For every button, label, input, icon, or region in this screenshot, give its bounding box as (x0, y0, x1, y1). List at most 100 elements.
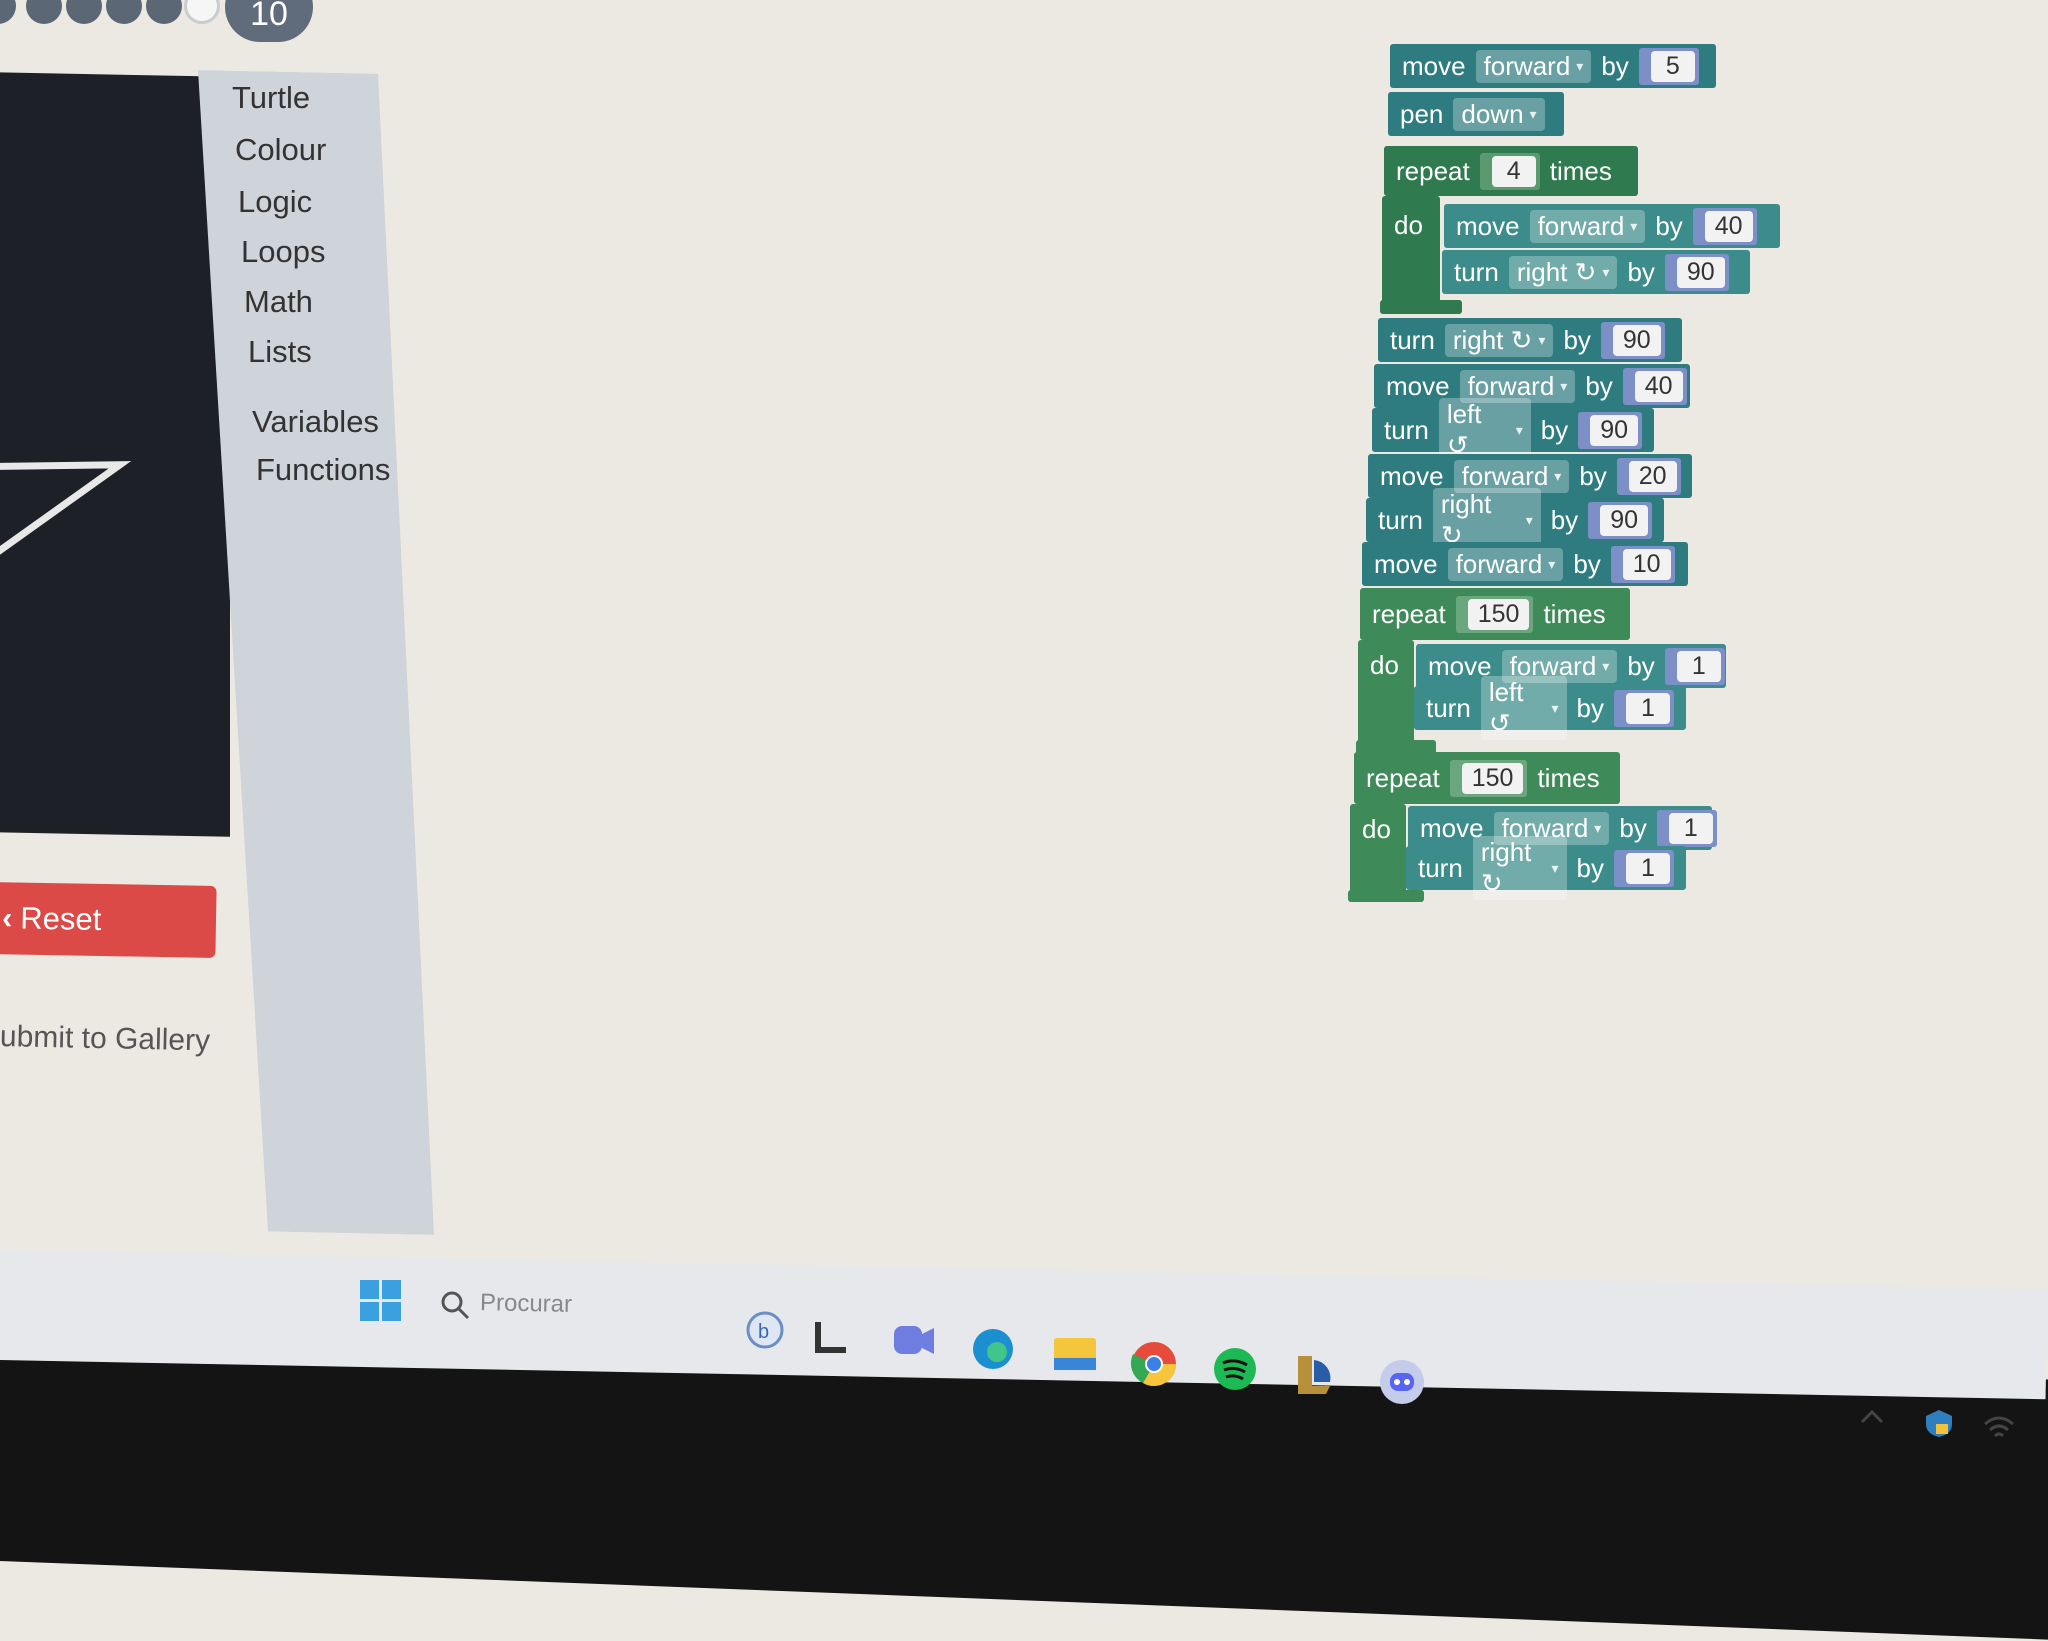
number-input[interactable]: 1 (1676, 650, 1721, 682)
number-socket: 4 (1479, 152, 1540, 190)
direction-dropdown[interactable]: forward ▾ (1529, 209, 1646, 243)
toolbox-category-turtle[interactable]: Turtle (232, 80, 310, 116)
repeat-do-arm: do (1358, 640, 1414, 744)
block-repeat[interactable]: repeat 150 times (1360, 588, 1630, 640)
block-turn[interactable]: turn right ↻ ▾ by 1 (1406, 836, 1686, 900)
meet-icon[interactable] (892, 1320, 936, 1360)
number-input[interactable]: 90 (1612, 324, 1661, 356)
number-input[interactable]: 1 (1626, 692, 1670, 724)
number-input[interactable]: 1 (1668, 812, 1713, 844)
block-keyword: repeat (1366, 762, 1440, 793)
block-move[interactable]: move forward ▾ by 10 (1362, 542, 1688, 586)
dropdown-arrow-icon: ▾ (1548, 555, 1556, 572)
taskbar-search-placeholder[interactable]: Procurar (480, 1289, 573, 1319)
block-pen[interactable]: pen down ▾ (1388, 92, 1564, 136)
discord-icon[interactable] (1378, 1358, 1426, 1406)
level-dot[interactable] (0, 0, 16, 24)
block-keyword: turn (1384, 414, 1429, 445)
security-shield-icon[interactable] (1922, 1408, 1956, 1438)
number-input[interactable]: 90 (1676, 256, 1725, 288)
edge-icon[interactable] (970, 1326, 1016, 1372)
block-turn[interactable]: turn left ↺ ▾ by 1 (1414, 676, 1686, 740)
number-input[interactable]: 10 (1622, 548, 1671, 580)
direction-dropdown[interactable]: forward ▾ (1447, 547, 1564, 581)
dropdown-arrow-icon: ▾ (1525, 511, 1533, 528)
block-times-label: times (1549, 155, 1612, 186)
block-move[interactable]: move forward ▾ by 5 (1390, 44, 1716, 88)
number-input[interactable]: 90 (1590, 414, 1638, 446)
windows-start-icon[interactable] (360, 1280, 402, 1322)
toolbox-category-math[interactable]: Math (244, 284, 313, 320)
block-keyword: repeat (1372, 598, 1446, 629)
block-by-label: by (1576, 692, 1604, 723)
direction-dropdown[interactable]: left ↺ ▾ (1438, 398, 1531, 462)
block-repeat[interactable]: repeat 4 times (1384, 146, 1638, 196)
file-l-icon[interactable] (812, 1318, 852, 1358)
block-turn[interactable]: turn left ↺ ▾ by 90 (1372, 398, 1654, 462)
block-by-label: by (1576, 852, 1604, 883)
block-do-label: do (1370, 650, 1399, 680)
pen-state-dropdown[interactable]: down ▾ (1453, 97, 1545, 131)
toolbox-category-lists[interactable]: Lists (248, 334, 312, 370)
block-by-label: by (1655, 210, 1683, 241)
spotify-icon[interactable] (1212, 1346, 1258, 1392)
dropdown-arrow-icon: ▾ (1515, 421, 1523, 438)
block-move[interactable]: move forward ▾ by 40 (1444, 204, 1780, 248)
submit-to-gallery-link[interactable]: ubmit to Gallery (0, 1020, 210, 1058)
block-by-label: by (1619, 812, 1647, 843)
search-icon[interactable] (440, 1290, 470, 1320)
direction-dropdown[interactable]: right ↻ ▾ (1508, 255, 1618, 289)
direction-dropdown[interactable]: right ↻ ▾ (1472, 836, 1567, 900)
block-move[interactable]: move forward ▾ by 40 (1374, 364, 1690, 408)
block-turn[interactable]: turn right ↻ ▾ by 90 (1442, 250, 1750, 294)
toolbox-category-colour[interactable]: Colour (235, 132, 326, 168)
chevron-up-icon[interactable] (1860, 1408, 1884, 1426)
block-by-label: by (1550, 504, 1579, 535)
number-socket: 40 (1692, 207, 1757, 245)
number-input[interactable]: 40 (1634, 370, 1683, 402)
level-dot[interactable] (106, 0, 142, 24)
repeat-count-input[interactable]: 150 (1467, 598, 1530, 630)
repeat-count-input[interactable]: 150 (1461, 762, 1524, 794)
file-explorer-icon[interactable] (1052, 1332, 1098, 1372)
toolbox-category-variables[interactable]: Variables (252, 404, 379, 440)
number-input[interactable]: 40 (1704, 210, 1753, 242)
number-socket: 10 (1610, 545, 1675, 583)
chrome-icon[interactable] (1130, 1340, 1178, 1388)
level-dot[interactable] (146, 0, 182, 24)
toolbox-category-functions[interactable]: Functions (256, 452, 390, 488)
bing-icon[interactable]: b (745, 1310, 785, 1350)
number-socket: 40 (1622, 367, 1687, 405)
block-keyword: pen (1400, 98, 1444, 129)
level-dot-current[interactable] (184, 0, 220, 24)
block-move[interactable]: move forward ▾ by 1 (1416, 644, 1726, 688)
block-turn[interactable]: turn right ↻ ▾ by 90 (1378, 318, 1682, 362)
block-by-label: by (1540, 414, 1569, 445)
repeat-count-input[interactable]: 4 (1491, 155, 1536, 187)
block-repeat[interactable]: repeat 150 times (1354, 752, 1620, 804)
direction-dropdown[interactable]: right ↻ ▾ (1444, 323, 1554, 357)
number-input[interactable]: 1 (1626, 852, 1670, 884)
level-dot[interactable] (66, 0, 102, 24)
level-number-badge[interactable]: 10 (225, 0, 313, 42)
block-keyword: move (1374, 548, 1438, 579)
toolbox-category-logic[interactable]: Logic (238, 184, 312, 220)
direction-dropdown[interactable]: forward ▾ (1475, 49, 1592, 83)
block-by-label: by (1601, 50, 1629, 81)
svg-text:b: b (758, 1321, 769, 1343)
level-dot[interactable] (26, 0, 62, 24)
wifi-icon[interactable] (1982, 1414, 2016, 1442)
number-input[interactable]: 20 (1628, 460, 1677, 492)
number-input[interactable]: 5 (1650, 50, 1695, 82)
direction-dropdown[interactable]: left ↺ ▾ (1480, 676, 1567, 740)
chevron-left-icon: ‹ (1, 900, 13, 936)
reset-button[interactable]: ‹ Reset (0, 882, 217, 958)
turtle-canvas (0, 72, 230, 837)
toolbox-category-loops[interactable]: Loops (241, 234, 325, 270)
repeat-do-arm: do (1382, 196, 1440, 304)
dropdown-arrow-icon: ▾ (1551, 699, 1559, 716)
block-turn[interactable]: turn right ↻ ▾ by 90 (1366, 488, 1664, 552)
league-icon[interactable] (1292, 1352, 1336, 1396)
number-input[interactable]: 90 (1600, 504, 1648, 536)
block-do-label: do (1362, 814, 1391, 844)
